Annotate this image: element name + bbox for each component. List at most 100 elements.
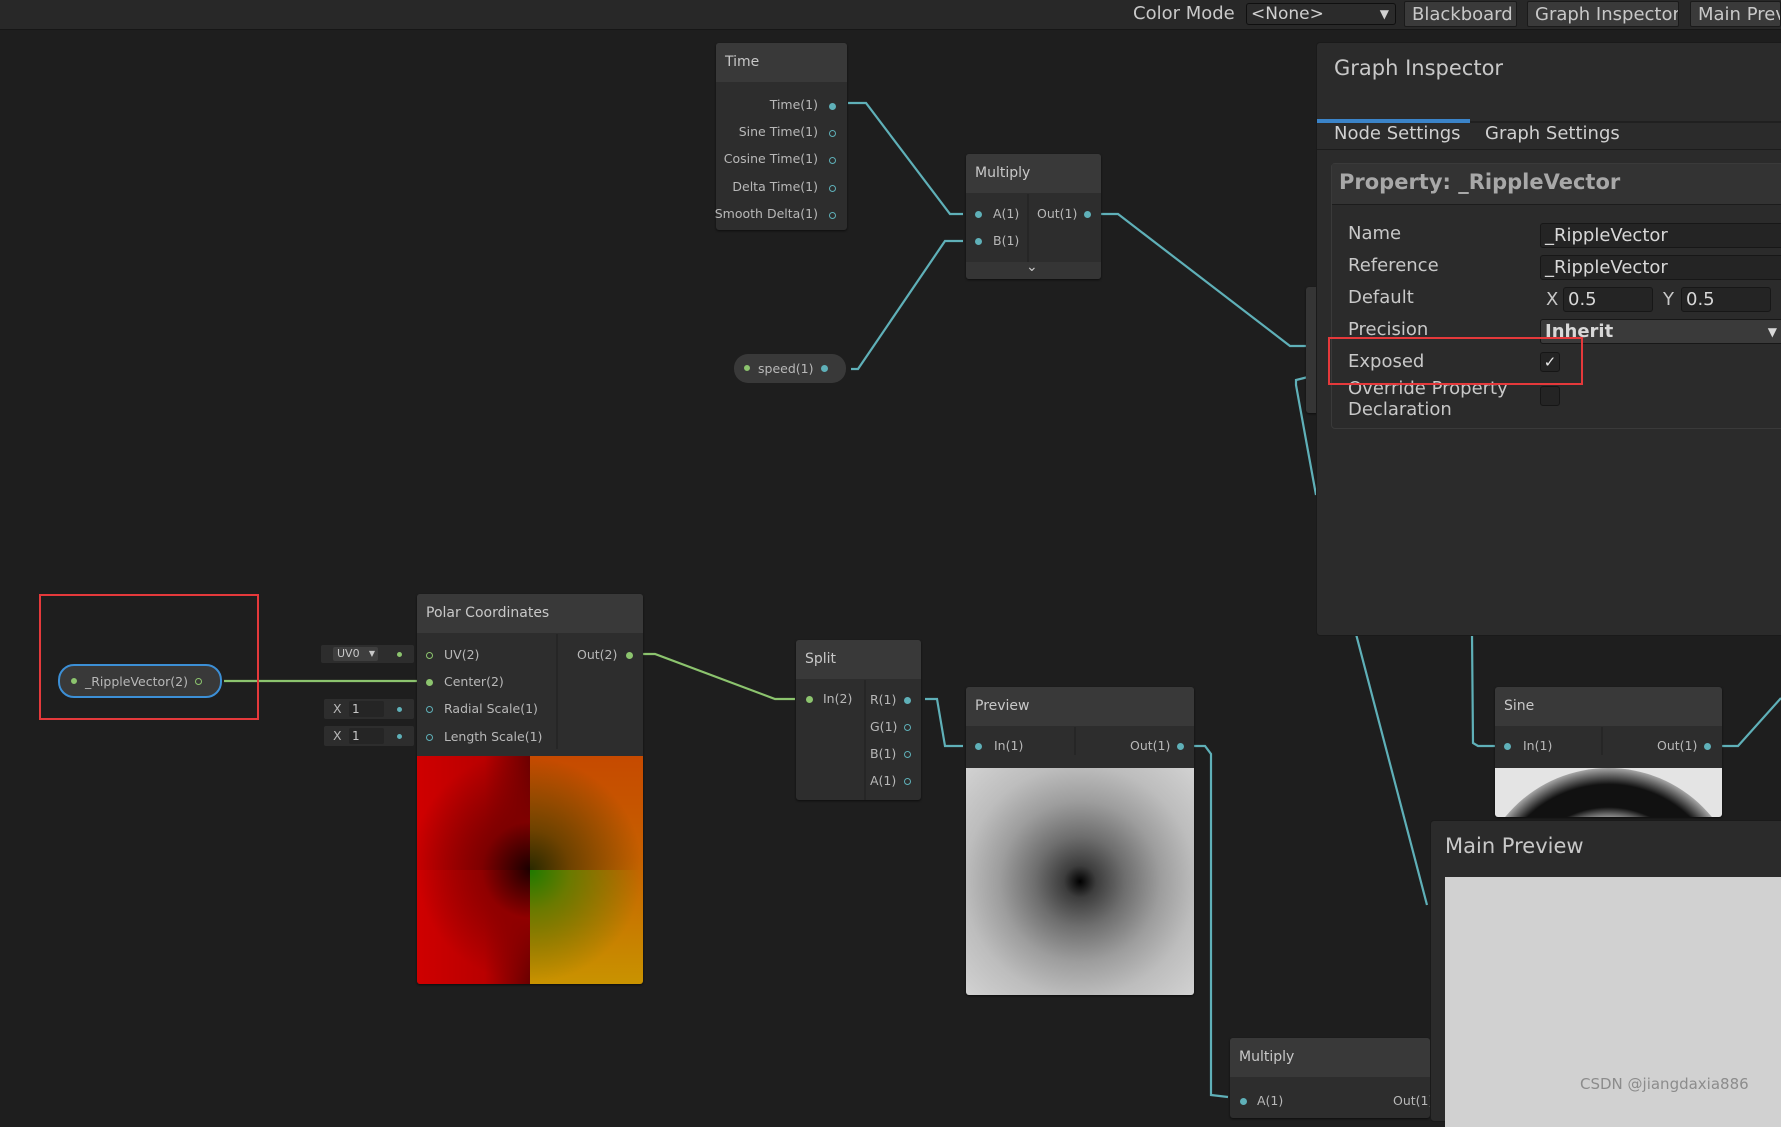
uv-inline-dot [397, 652, 402, 657]
uv-inline-input[interactable]: UV0 ▼ [321, 645, 414, 663]
default-label: Default [1348, 287, 1414, 308]
highlight-box-exposed [1328, 337, 1583, 385]
length-scale-input-port[interactable] [426, 734, 433, 741]
multiply-node-bottom[interactable]: Multiply A(1) Out(1) [1230, 1038, 1434, 1118]
reference-field[interactable]: _RippleVector [1540, 255, 1781, 280]
preview-node[interactable]: Preview In(1) Out(1) [966, 687, 1194, 995]
name-label: Name [1348, 223, 1402, 244]
split-g-output-port[interactable] [904, 724, 911, 731]
sine-time-output-label: Sine Time(1) [738, 124, 818, 139]
speed-output-port[interactable] [821, 365, 828, 372]
uv-input-label: UV(2) [444, 647, 480, 662]
preview-out-port[interactable] [1177, 743, 1184, 750]
radial-scale-inline-dot [397, 707, 402, 712]
sine-input-port[interactable] [1504, 743, 1511, 750]
preview-out-label: Out(1) [1130, 738, 1171, 753]
sine-node[interactable]: Sine In(1) Out(1) [1495, 687, 1722, 817]
radial-scale-inline-input[interactable]: X 1 [324, 699, 414, 719]
chevron-down-icon: ⌄ [1026, 259, 1038, 275]
collapse-toggle[interactable]: ⌄ [966, 259, 1101, 279]
split-node[interactable]: Split In(2) R(1) G(1) B(1) A(1) [796, 640, 921, 800]
multiply-bottom-a-input-port[interactable] [1240, 1098, 1247, 1105]
multiply-node-title: Multiply [966, 154, 1101, 193]
polar-out-port[interactable] [626, 652, 633, 659]
default-x-label: X [1546, 289, 1559, 310]
split-g-output-label: G(1) [870, 719, 898, 734]
color-mode-label: Color Mode [1133, 3, 1235, 24]
center-input-label: Center(2) [444, 674, 504, 689]
multiply-bottom-a-label: A(1) [1257, 1093, 1284, 1108]
multiply-bottom-out-label: Out(1) [1393, 1093, 1434, 1108]
blackboard-button[interactable]: Blackboard [1404, 1, 1517, 27]
color-mode-dropdown[interactable]: <None> ▼ [1246, 3, 1396, 25]
tab-node-settings[interactable]: Node Settings [1334, 123, 1461, 144]
time-output-port[interactable] [829, 103, 836, 110]
split-input-label: In(2) [823, 691, 853, 706]
sine-out-port[interactable] [1704, 743, 1711, 750]
uv-input-port[interactable] [426, 652, 433, 659]
inspector-title: Graph Inspector [1334, 56, 1504, 80]
length-scale-inline-input[interactable]: X 1 [324, 726, 414, 746]
polar-coordinates-node[interactable]: Polar Coordinates UV(2) Center(2) Radial… [417, 594, 643, 984]
time-node[interactable]: Time Time(1) Sine Time(1) Cosine Time(1)… [714, 43, 847, 230]
default-y-field[interactable]: 0.5 [1681, 287, 1771, 312]
uv-dropdown-value: UV0 [337, 647, 360, 660]
center-input-port[interactable] [426, 679, 433, 686]
split-b-output-port[interactable] [904, 751, 911, 758]
default-x-field[interactable]: 0.5 [1563, 287, 1653, 312]
multiply-a-input-port[interactable] [975, 211, 982, 218]
length-scale-input-label: Length Scale(1) [444, 729, 543, 744]
length-scale-inline-dot [397, 734, 402, 739]
length-scale-x-label: X [333, 728, 342, 743]
multiply-a-input-label: A(1) [993, 206, 1020, 221]
polar-preview-image [417, 756, 643, 984]
smooth-delta-output-port[interactable] [829, 212, 836, 219]
property-section: Property: _RippleVector Name _RippleVect… [1331, 163, 1781, 429]
chevron-down-icon: ▼ [1379, 7, 1389, 21]
radial-scale-x-field[interactable]: 1 [349, 701, 384, 717]
toolbar: Color Mode <None> ▼ Blackboard Graph Ins… [0, 0, 1781, 30]
split-r-output-port[interactable] [904, 697, 911, 704]
property-header: Property: _RippleVector [1339, 170, 1621, 194]
polar-out-label: Out(2) [577, 647, 618, 662]
main-preview-title: Main Preview [1445, 834, 1584, 858]
multiply-bottom-title: Multiply [1230, 1038, 1430, 1077]
sine-preview-image [1495, 768, 1722, 817]
preview-input-port[interactable] [975, 743, 982, 750]
cosine-time-output-port[interactable] [829, 157, 836, 164]
split-a-output-port[interactable] [904, 778, 911, 785]
watermark: CSDN @jiangdaxia886 [1580, 1075, 1749, 1093]
delta-time-output-port[interactable] [829, 185, 836, 192]
main-preview-button[interactable]: Main Preview [1690, 1, 1781, 27]
multiply-b-input-port[interactable] [975, 238, 982, 245]
override-checkbox[interactable] [1540, 386, 1560, 406]
length-scale-x-field[interactable]: 1 [349, 728, 384, 744]
uv-dropdown[interactable]: UV0 ▼ [333, 647, 378, 661]
preview-image [966, 768, 1194, 995]
color-mode-value: <None> [1251, 4, 1324, 24]
multiply-node-top[interactable]: Multiply A(1) B(1) Out(1) ⌄ [966, 154, 1101, 279]
delta-time-output-label: Delta Time(1) [732, 179, 818, 194]
polar-node-title: Polar Coordinates [417, 594, 643, 633]
multiply-out-port[interactable] [1084, 211, 1091, 218]
radial-scale-x-label: X [333, 701, 342, 716]
split-b-output-label: B(1) [870, 746, 897, 761]
radial-scale-input-label: Radial Scale(1) [444, 701, 538, 716]
sine-time-output-port[interactable] [829, 130, 836, 137]
speed-property-node[interactable]: speed(1) [734, 354, 846, 383]
override-label-line2: Declaration [1348, 399, 1452, 420]
chevron-down-icon: ▼ [1767, 325, 1777, 339]
multiply-b-input-label: B(1) [993, 233, 1020, 248]
sine-out-label: Out(1) [1657, 738, 1698, 753]
smooth-delta-output-label: Smooth Delta(1) [714, 206, 818, 221]
sine-input-label: In(1) [1523, 738, 1553, 753]
speed-indicator-dot [744, 365, 750, 371]
radial-scale-input-port[interactable] [426, 706, 433, 713]
chevron-down-icon: ▼ [368, 649, 375, 658]
graph-inspector-button[interactable]: Graph Inspector [1527, 1, 1679, 27]
tab-graph-settings[interactable]: Graph Settings [1485, 123, 1620, 144]
cosine-time-output-label: Cosine Time(1) [723, 151, 818, 166]
name-field[interactable]: _RippleVector [1540, 223, 1781, 248]
split-input-port[interactable] [806, 696, 813, 703]
time-output-label: Time(1) [769, 97, 818, 112]
